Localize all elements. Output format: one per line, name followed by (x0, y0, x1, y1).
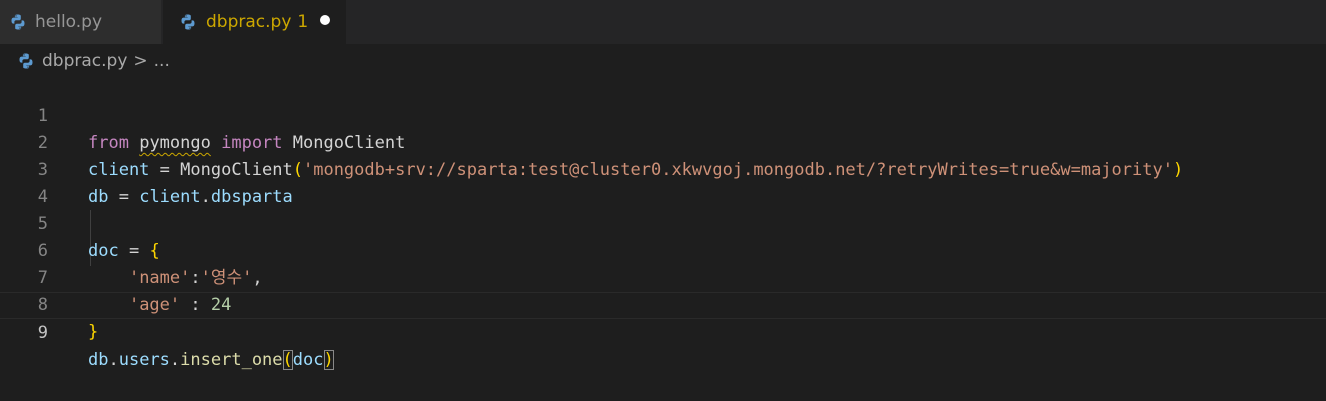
tab-bar: hello.py dbprac.py 1 (0, 0, 1326, 44)
token-variable: doc (292, 350, 324, 370)
code-line[interactable]: 5 doc = { (0, 184, 1326, 261)
line-code: } (88, 319, 98, 346)
code-line[interactable]: 6 'name':'영수', (0, 211, 1326, 288)
code-line[interactable]: 2 client = MongoClient('mongodb+srv://sp… (0, 103, 1326, 180)
token-dot: . (169, 350, 181, 370)
code-line-current[interactable]: 9 db.users.insert_one(doc) (0, 292, 1326, 370)
breadcrumb-file[interactable]: dbprac.py (42, 51, 127, 71)
token-variable: db (88, 350, 109, 370)
python-file-icon (11, 14, 25, 30)
editor-window: hello.py dbprac.py 1 dbprac.py > ... 1 f… (0, 0, 1326, 401)
code-line[interactable]: 4 (0, 157, 1326, 207)
token-attribute: users (118, 350, 170, 370)
tab-label: dbprac.py (206, 12, 292, 32)
token-function: insert_one (180, 350, 283, 370)
token-brace: } (88, 322, 99, 342)
line-number: 9 (37, 323, 48, 343)
line-code: db.users.insert_one(doc) (88, 347, 334, 374)
code-line[interactable]: 8 } (0, 265, 1326, 342)
python-file-icon (19, 53, 33, 69)
token-dot: . (108, 350, 119, 370)
problems-count-badge: 1 (297, 12, 309, 32)
tab-hello-py[interactable]: hello.py (0, 0, 162, 44)
code-editor[interactable]: 1 from pymongo import MongoClient 2 clie… (0, 76, 1326, 401)
tab-dbprac-py[interactable]: dbprac.py 1 (163, 0, 346, 44)
chevron-right-icon: > (133, 50, 148, 71)
unsaved-changes-dot-icon[interactable] (320, 15, 330, 25)
code-line[interactable]: 7 'age' : 24 (0, 238, 1326, 315)
token-paren: ( (282, 350, 293, 370)
tab-label: hello.py (35, 12, 103, 32)
code-line[interactable]: 3 db = client.dbsparta (0, 130, 1326, 207)
breadcrumb-symbols[interactable]: ... (154, 51, 170, 71)
token-paren: ) (323, 350, 334, 370)
python-file-icon (181, 14, 195, 30)
code-line[interactable]: 1 from pymongo import MongoClient (0, 76, 1326, 153)
breadcrumb: dbprac.py > ... (0, 44, 1326, 77)
